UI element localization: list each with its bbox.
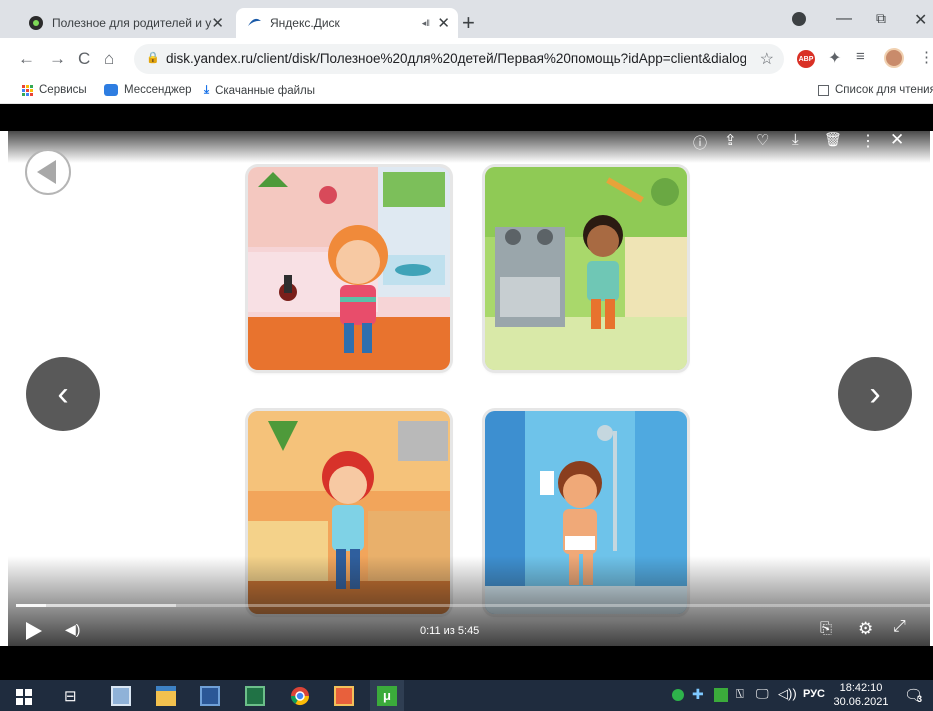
fullscreen-icon[interactable]: ⤢ bbox=[893, 618, 906, 636]
previous-slide-button[interactable]: ‹ bbox=[26, 357, 100, 431]
bookmark-star-icon[interactable]: ☆ bbox=[760, 49, 774, 69]
calculator-icon[interactable] bbox=[111, 686, 131, 706]
bookmark-messenger[interactable]: Мессенджер bbox=[104, 84, 192, 96]
reading-list-button[interactable]: Список для чтения bbox=[818, 84, 933, 96]
lock-icon: 🔒 bbox=[146, 52, 160, 64]
settings-gear-icon[interactable]: ⚙ bbox=[858, 619, 873, 639]
back-icon[interactable]: ← bbox=[18, 49, 35, 69]
tab-title: Яндекс.Диск bbox=[270, 16, 340, 30]
reading-list-icon bbox=[818, 84, 829, 96]
next-slide-button[interactable]: › bbox=[838, 357, 912, 431]
bookmark-downloads[interactable]: ⤓ Скачанные файлы bbox=[204, 84, 315, 97]
clock-time: 18:42:10 bbox=[839, 682, 883, 694]
reading-list-icon[interactable]: ≡ bbox=[856, 48, 865, 65]
bookmark-label: Сервисы bbox=[39, 84, 87, 96]
speaker-icon[interactable]: ◁)) bbox=[778, 686, 797, 702]
tab-yandex-disk[interactable]: Яндекс.Диск ◂ǁ ✕ bbox=[236, 8, 458, 38]
download-icon: ⤓ bbox=[204, 84, 210, 96]
close-tab-icon[interactable]: ✕ bbox=[437, 14, 450, 32]
apps-grid-icon bbox=[22, 84, 33, 96]
heart-icon[interactable]: ♡ bbox=[756, 131, 769, 149]
language-indicator[interactable]: РУС bbox=[803, 688, 825, 700]
network-icon[interactable]: 🖵 bbox=[756, 686, 769, 702]
delete-icon[interactable]: 🗑 bbox=[824, 131, 842, 148]
security-shield-icon[interactable] bbox=[672, 689, 684, 701]
clock-date: 30.06.2021 bbox=[833, 696, 889, 708]
adblock-icon[interactable]: ABP bbox=[797, 50, 815, 68]
close-tab-icon[interactable]: ✕ bbox=[211, 14, 224, 32]
close-window-button[interactable]: ✕ bbox=[914, 10, 927, 30]
volume-icon[interactable]: ◀) bbox=[65, 621, 80, 638]
address-bar[interactable]: 🔒 disk.yandex.ru/client/disk/Полезное%20… bbox=[134, 44, 784, 74]
forward-icon[interactable]: → bbox=[49, 49, 66, 69]
download-icon[interactable]: ⤓ bbox=[792, 131, 799, 148]
video-frame[interactable]: ⓘ ⇪ ♡ ⤓ 🗑 ⋮ ✕ ◀) 0:11 из 5:45 ⎘ ⚙ ⤢ bbox=[8, 131, 930, 646]
viewer-top-bar bbox=[0, 104, 933, 131]
chrome-icon[interactable] bbox=[290, 686, 310, 706]
image-card-fridge bbox=[248, 167, 450, 370]
tab-parents[interactable]: Полезное для родителей и учит ✕ bbox=[18, 8, 232, 38]
excel-icon[interactable] bbox=[245, 686, 265, 706]
profile-menu-icon[interactable] bbox=[792, 12, 806, 26]
reading-list-label: Список для чтения bbox=[835, 84, 933, 96]
stove-boy-illustration bbox=[485, 167, 687, 370]
yandex-disk-icon bbox=[248, 18, 261, 26]
task-view-icon[interactable]: ⊟ bbox=[64, 687, 77, 705]
usb-icon[interactable]: ⍂ bbox=[736, 686, 744, 702]
fridge-girl-illustration bbox=[248, 167, 450, 370]
word-icon[interactable] bbox=[200, 686, 220, 706]
windows-start-icon[interactable] bbox=[16, 689, 32, 705]
bookmark-services[interactable]: Сервисы bbox=[22, 84, 87, 96]
browser-toolbar: ← → C ⌂ 🔒 disk.yandex.ru/client/disk/Пол… bbox=[0, 38, 933, 80]
utorrent-icon[interactable]: μ bbox=[377, 686, 397, 706]
chevron-right-icon: › bbox=[869, 374, 881, 413]
notification-count: 3 bbox=[917, 694, 923, 704]
extensions-icon[interactable]: ✦ bbox=[828, 48, 841, 68]
messenger-icon bbox=[104, 84, 118, 96]
url-text: disk.yandex.ru/client/disk/Полезное%20дл… bbox=[166, 51, 746, 66]
share-icon[interactable]: ⇪ bbox=[724, 131, 737, 149]
bookmark-label: Мессенджер bbox=[124, 84, 192, 96]
avatar[interactable] bbox=[884, 48, 904, 68]
minimize-button[interactable]: — bbox=[836, 10, 852, 28]
clock[interactable]: 18:42:10 30.06.2021 bbox=[833, 681, 889, 709]
bookmark-label: Скачанные файлы bbox=[215, 84, 316, 97]
home-icon[interactable]: ⌂ bbox=[104, 49, 114, 69]
progress-track[interactable] bbox=[16, 604, 930, 607]
play-icon[interactable] bbox=[26, 622, 42, 640]
tray-app-icon[interactable]: ✚ bbox=[692, 686, 704, 703]
file-explorer-icon[interactable] bbox=[156, 686, 176, 706]
buffered-bar bbox=[16, 604, 176, 607]
viewer-bottom-bar bbox=[0, 646, 933, 680]
tab-bar: Полезное для родителей и учит ✕ Яндекс.Д… bbox=[0, 0, 933, 38]
chevron-left-icon: ‹ bbox=[57, 374, 69, 413]
paint-icon[interactable] bbox=[334, 686, 354, 706]
windows-taskbar: ⊟ μ ✚ ⍂ 🖵 ◁)) РУС 18:42:10 30.06.2021 🗨 … bbox=[0, 680, 933, 711]
subtitles-icon[interactable]: ⎘ bbox=[820, 620, 832, 637]
site-icon bbox=[29, 16, 43, 30]
menu-icon[interactable]: ⋮ bbox=[919, 48, 933, 66]
tab-title: Полезное для родителей и учит bbox=[52, 16, 212, 30]
info-icon[interactable]: ⓘ bbox=[693, 133, 707, 153]
more-icon[interactable]: ⋮ bbox=[860, 131, 876, 151]
reload-icon[interactable]: C bbox=[78, 49, 90, 69]
tray-utorrent-icon[interactable] bbox=[714, 688, 728, 702]
bookmarks-bar: Сервисы Мессенджер ⤓ Скачанные файлы Спи… bbox=[0, 80, 933, 104]
time-display: 0:11 из 5:45 bbox=[420, 625, 480, 637]
slideshow-viewer: ⓘ ⇪ ♡ ⤓ 🗑 ⋮ ✕ ◀) 0:11 из 5:45 ⎘ ⚙ ⤢ ‹ › bbox=[0, 104, 933, 680]
back-triangle-icon[interactable] bbox=[24, 148, 72, 196]
image-card-stove bbox=[485, 167, 687, 370]
close-viewer-icon[interactable]: ✕ bbox=[890, 131, 904, 150]
audio-icon[interactable]: ◂ǁ bbox=[422, 18, 430, 29]
new-tab-button[interactable]: + bbox=[462, 10, 475, 36]
restore-button[interactable]: ⧉ bbox=[876, 10, 886, 27]
